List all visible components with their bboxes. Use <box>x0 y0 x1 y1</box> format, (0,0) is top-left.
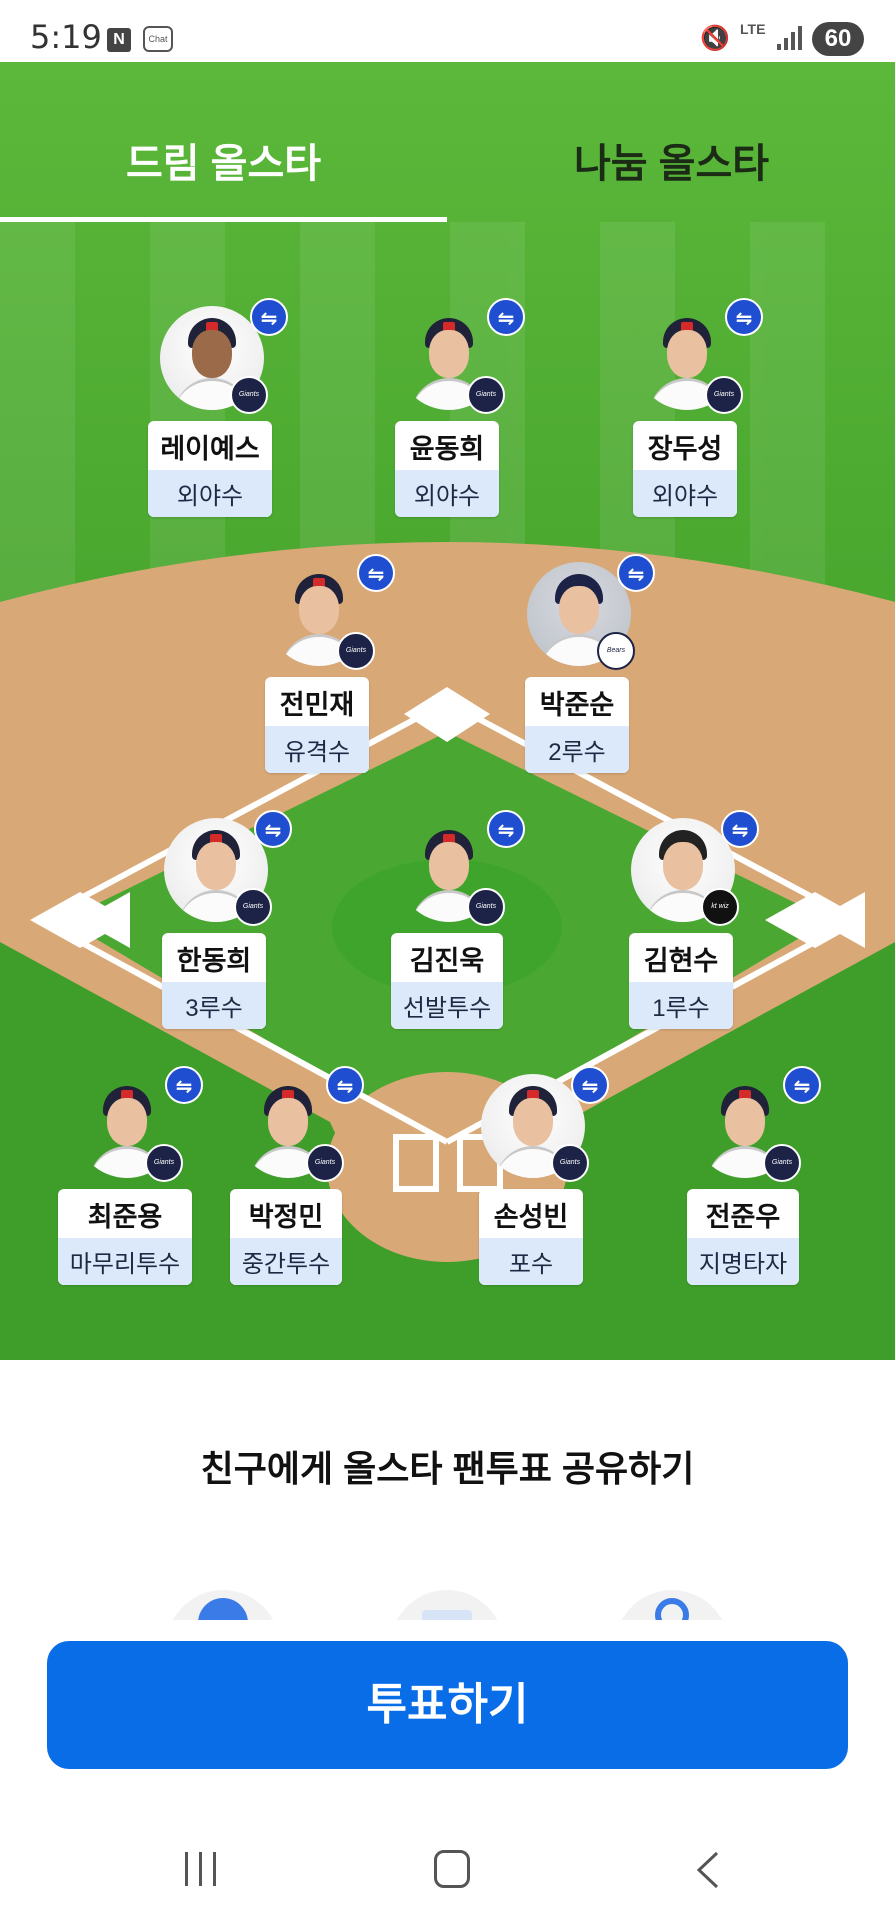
player-name: 한동희 <box>176 946 252 976</box>
swap-player-icon[interactable]: ⇋ <box>783 1066 821 1104</box>
share-title: 친구에게 올스타 팬투표 공유하기 <box>200 1448 695 1489</box>
battery-indicator: 60 <box>812 22 864 56</box>
giants-logo-icon: Giants <box>306 1144 344 1182</box>
player-position: 마무리투수 <box>57 1238 193 1285</box>
tab-nanum-allstar[interactable]: 나눔 올스타 <box>448 62 895 222</box>
giants-logo-icon: Giants <box>337 632 375 670</box>
player-card-first-base[interactable]: kt wiz ⇋ 김현수 1루수 <box>601 810 761 1048</box>
player-name: 김진욱 <box>409 946 485 976</box>
giants-logo-icon: Giants <box>234 888 272 926</box>
doosan-bears-logo-icon: Bears <box>597 632 635 670</box>
giants-logo-icon: Giants <box>467 888 505 926</box>
player-card-shortstop[interactable]: Giants ⇋ 전민재 유격수 <box>237 554 397 792</box>
player-position: 1루수 <box>629 982 733 1029</box>
giants-logo-icon: Giants <box>145 1144 183 1182</box>
player-position: 유격수 <box>265 726 369 773</box>
player-card-catcher[interactable]: Giants ⇋ 손성빈 포수 <box>451 1066 611 1304</box>
player-card-third-base[interactable]: Giants ⇋ 한동희 3루수 <box>134 810 294 1048</box>
tab-dream-allstar[interactable]: 드림 올스타 <box>0 62 447 222</box>
player-name: 박준순 <box>539 690 615 720</box>
player-card-leftfield[interactable]: Giants ⇋ 레이예스 외야수 <box>130 298 290 536</box>
player-name: 윤동희 <box>409 434 485 464</box>
naver-notification-icon: N <box>107 28 131 52</box>
mail-share-icon[interactable] <box>390 1590 504 1620</box>
share-icons-row <box>0 1590 895 1620</box>
player-position: 선발투수 <box>390 982 504 1029</box>
signal-icon <box>777 26 802 50</box>
chat-notification-icon: Chat <box>143 26 173 52</box>
kakao-share-icon[interactable] <box>166 1590 280 1620</box>
player-card-second-base[interactable]: Bears ⇋ 박준순 2루수 <box>497 554 657 792</box>
tab-selected-indicator <box>0 217 447 222</box>
swap-player-icon[interactable]: ⇋ <box>250 298 288 336</box>
swap-player-icon[interactable]: ⇋ <box>254 810 292 848</box>
mute-icon: 🔇 <box>700 25 730 52</box>
swap-player-icon[interactable]: ⇋ <box>617 554 655 592</box>
giants-logo-icon: Giants <box>763 1144 801 1182</box>
player-card-closing-pitcher[interactable]: Giants ⇋ 최준용 마무리투수 <box>45 1066 205 1304</box>
player-position: 2루수 <box>525 726 629 773</box>
swap-player-icon[interactable]: ⇋ <box>487 810 525 848</box>
kt-wiz-logo-icon: kt wiz <box>701 888 739 926</box>
status-bar: 5:19 N Chat 🔇 LTE 60 <box>0 0 895 62</box>
player-name: 박정민 <box>248 1202 324 1232</box>
home-icon[interactable] <box>434 1850 470 1888</box>
baseball-field: 드림 올스타 나눔 올스타 Giants ⇋ 레이예스 외야수 Giants ⇋… <box>0 62 895 1360</box>
vote-button[interactable]: 투표하기 <box>47 1641 848 1769</box>
player-card-centerfield[interactable]: Giants ⇋ 윤동희 외야수 <box>367 298 527 536</box>
player-name: 최준용 <box>87 1202 163 1232</box>
player-position: 외야수 <box>633 470 737 517</box>
player-name: 장두성 <box>647 434 723 464</box>
swap-player-icon[interactable]: ⇋ <box>571 1066 609 1104</box>
player-name: 손성빈 <box>493 1202 569 1232</box>
player-position: 3루수 <box>162 982 266 1029</box>
player-position: 중간투수 <box>229 1238 343 1285</box>
player-position: 외야수 <box>148 470 272 517</box>
player-card-starting-pitcher[interactable]: Giants ⇋ 김진욱 선발투수 <box>367 810 527 1048</box>
player-card-middle-pitcher[interactable]: Giants ⇋ 박정민 중간투수 <box>206 1066 366 1304</box>
player-card-rightfield[interactable]: Giants ⇋ 장두성 외야수 <box>605 298 765 536</box>
player-position: 지명타자 <box>686 1238 800 1285</box>
swap-player-icon[interactable]: ⇋ <box>326 1066 364 1104</box>
navigation-bar <box>0 1810 895 1920</box>
recent-apps-icon[interactable] <box>185 1852 221 1886</box>
swap-player-icon[interactable]: ⇋ <box>721 810 759 848</box>
player-name: 레이예스 <box>160 434 260 464</box>
swap-player-icon[interactable]: ⇋ <box>357 554 395 592</box>
player-name: 전준우 <box>705 1202 781 1232</box>
swap-player-icon[interactable]: ⇋ <box>487 298 525 336</box>
player-name: 전민재 <box>279 690 355 720</box>
status-time: 5:19 <box>30 18 102 56</box>
giants-logo-icon: Giants <box>230 376 268 414</box>
swap-player-icon[interactable]: ⇋ <box>165 1066 203 1104</box>
back-icon[interactable] <box>695 1850 721 1890</box>
player-position: 외야수 <box>395 470 499 517</box>
giants-logo-icon: Giants <box>551 1144 589 1182</box>
player-name: 김현수 <box>643 946 719 976</box>
giants-logo-icon: Giants <box>705 376 743 414</box>
swap-player-icon[interactable]: ⇋ <box>725 298 763 336</box>
player-position: 포수 <box>479 1238 583 1285</box>
network-type: LTE <box>740 21 766 37</box>
allstar-tabs: 드림 올스타 나눔 올스타 <box>0 62 895 222</box>
player-card-designated-hitter[interactable]: Giants ⇋ 전준우 지명타자 <box>663 1066 823 1304</box>
link-share-icon[interactable] <box>615 1590 729 1620</box>
giants-logo-icon: Giants <box>467 376 505 414</box>
